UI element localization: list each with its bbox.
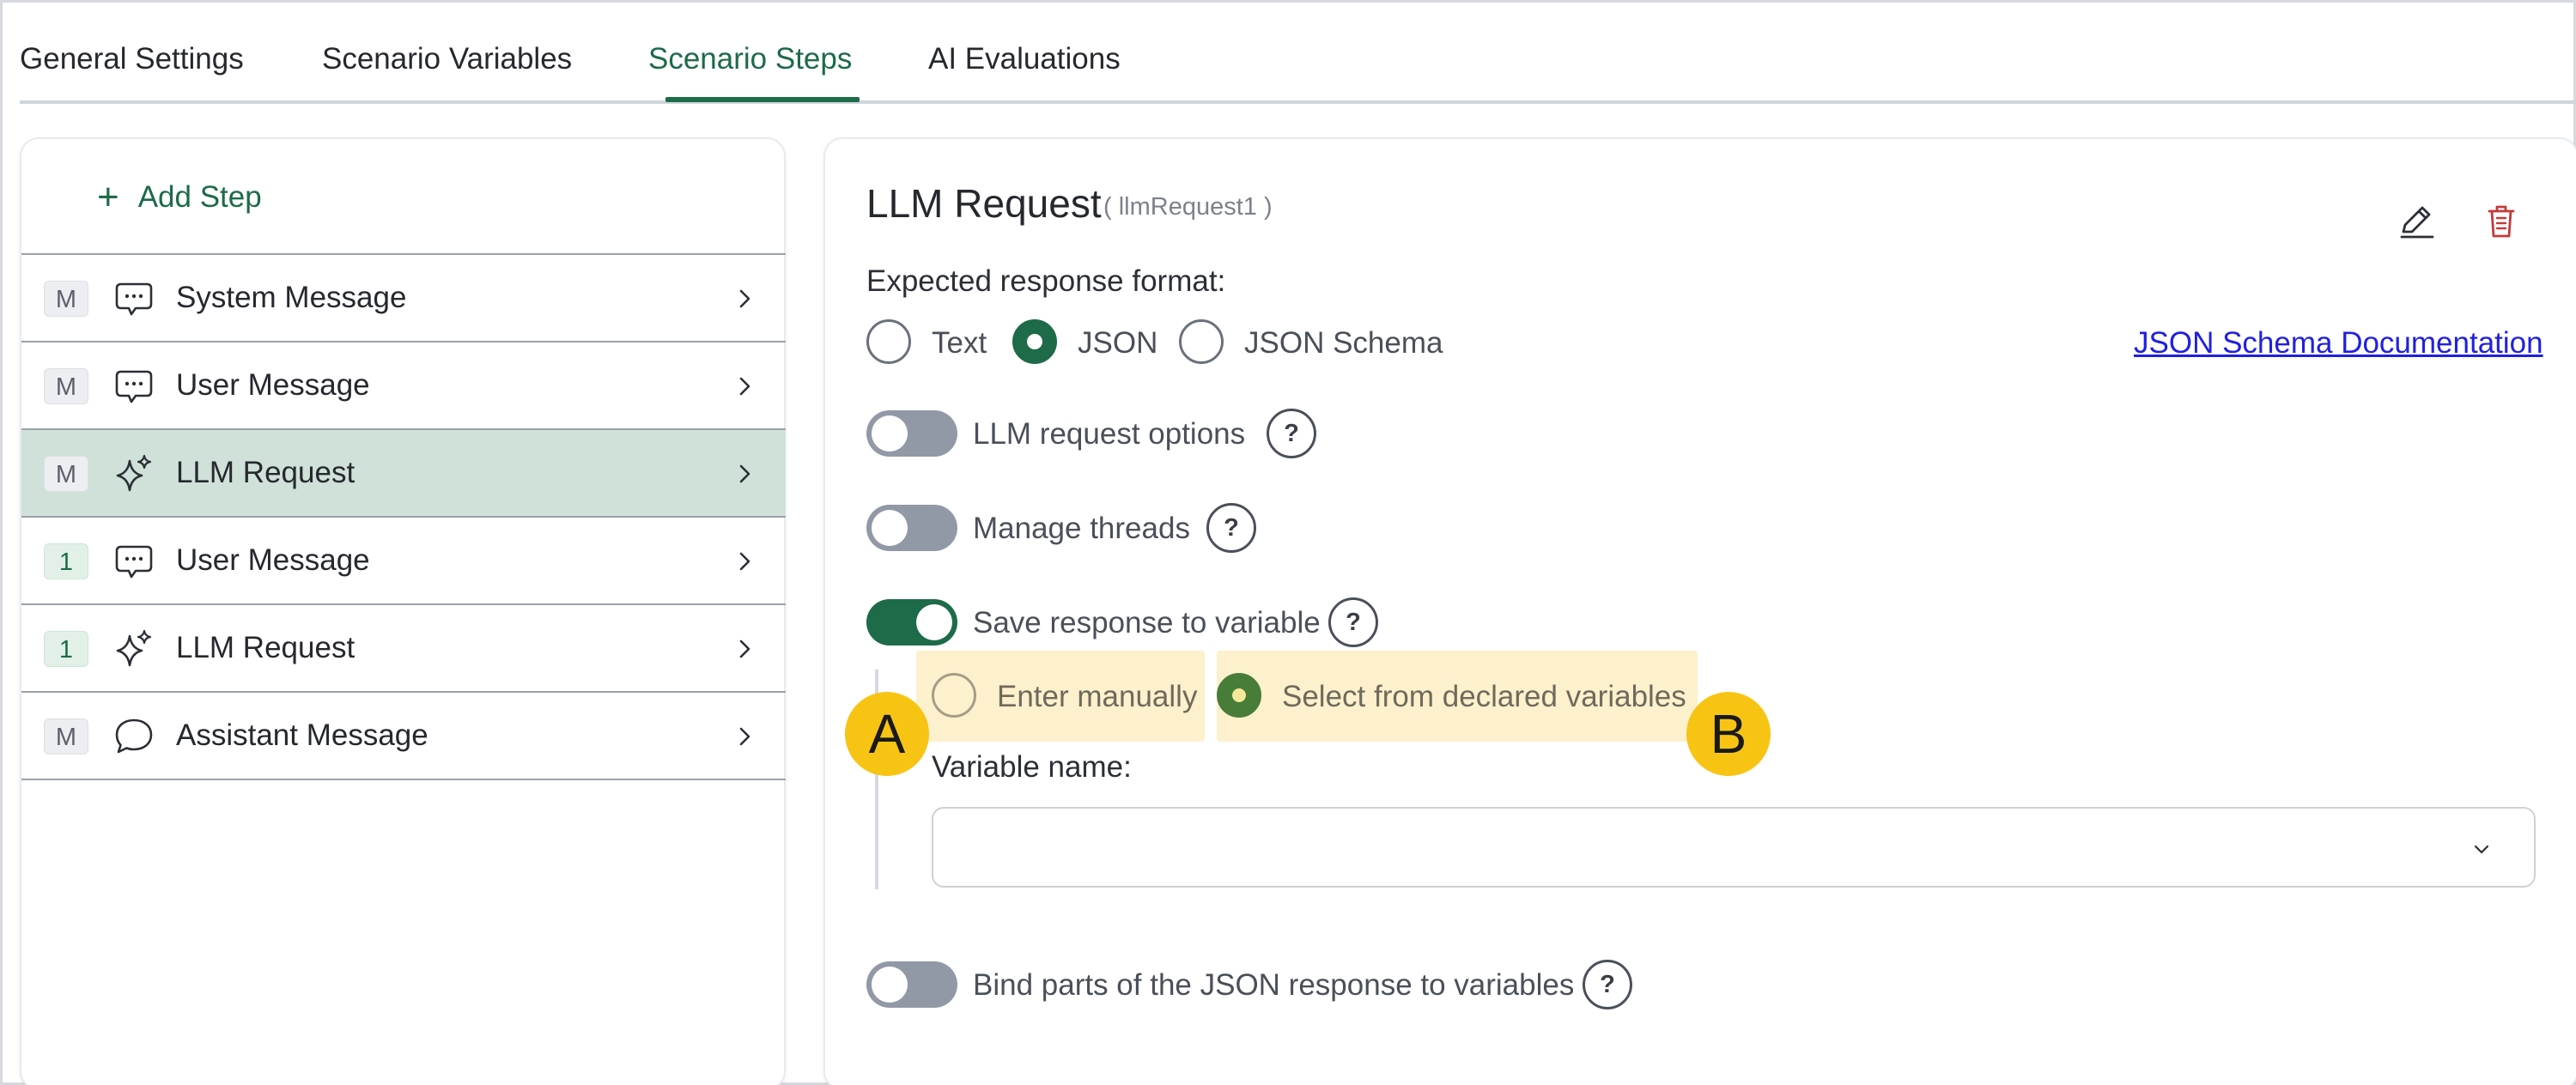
chevron-right-icon [739,727,750,746]
add-step-label: Add Step [137,180,262,214]
format-text-radio[interactable] [866,319,911,364]
callout-b: B [1686,692,1771,776]
select-declared-radio[interactable] [1217,673,1261,718]
step-label: User Message [176,368,370,402]
save-response-toggle[interactable] [866,599,957,646]
bind-parts-toggle[interactable] [866,961,957,1008]
step-label: LLM Request [176,631,355,664]
panel-title: LLM Request [866,181,1102,226]
add-step-button[interactable]: + Add Step [97,177,262,218]
step-detail-panel: LLM Request ( llmRequest1 ) Expected res… [823,137,2576,1085]
chevron-right-icon [739,639,750,658]
save-response-label: Save response to variable [973,606,1321,639]
format-json-schema-label: JSON Schema [1244,326,1443,360]
json-schema-doc-link[interactable]: JSON Schema Documentation [2134,326,2543,361]
sparkle-icon [116,629,152,667]
step-badge: M [44,456,88,492]
sparkle-icon [116,454,152,492]
step-badge: 1 [44,543,88,579]
step-badge: M [44,368,88,404]
tab-scenario-variables[interactable]: Scenario Variables [322,42,572,76]
manage-threads-label: Manage threads [973,512,1190,545]
chat-bubble-icon [115,370,153,403]
enter-manually-radio[interactable] [932,673,976,718]
help-icon[interactable]: ? [1206,503,1256,553]
step-llm-request[interactable]: 1 LLM Request [21,605,786,693]
help-icon[interactable]: ? [1267,409,1316,458]
steps-panel: + Add Step M System Message M User Messa… [20,137,786,1085]
chevron-right-icon [739,552,750,571]
step-assistant-message[interactable]: M Assistant Message [21,693,786,780]
format-json-label: JSON [1078,326,1158,360]
chevron-down-icon [2474,845,2489,854]
llm-options-toggle[interactable] [866,410,957,457]
variable-name-select[interactable] [932,807,2536,888]
response-format-label: Expected response format: [866,264,1226,298]
chevron-right-icon [739,464,750,483]
step-system-message[interactable]: M System Message [21,255,786,342]
step-llm-request-selected[interactable]: M LLM Request [21,430,786,518]
plus-icon: + [97,176,119,218]
tab-general-settings[interactable]: General Settings [20,42,244,76]
variable-name-label: Variable name: [932,750,1132,784]
tab-bar: General Settings Scenario Variables Scen… [20,3,2576,104]
step-user-message[interactable]: M User Message [21,342,786,430]
step-label: LLM Request [176,456,355,489]
step-label: System Message [176,281,407,314]
step-user-message[interactable]: 1 User Message [21,518,786,605]
chevron-right-icon [739,289,750,308]
step-badge: M [44,718,88,755]
edit-pencil-icon[interactable] [2393,197,2441,245]
select-declared-label: Select from declared variables [1282,680,1686,713]
tab-ai-evaluations[interactable]: AI Evaluations [928,42,1121,76]
tab-scenario-steps[interactable]: Scenario Steps [648,42,852,76]
manage-threads-toggle[interactable] [866,505,957,551]
step-badge: M [44,281,88,317]
step-label: User Message [176,543,370,577]
delete-trash-icon[interactable] [2477,197,2525,245]
chat-bubble-icon [115,282,153,316]
chat-bubble-icon [115,545,153,579]
callout-a: A [845,692,929,776]
llm-options-label: LLM request options [973,417,1246,451]
format-text-label: Text [932,326,987,360]
help-icon[interactable]: ? [1583,960,1632,1009]
speech-bubble-icon [115,718,153,754]
enter-manually-label: Enter manually [997,680,1198,713]
bind-parts-label: Bind parts of the JSON response to varia… [973,968,1575,1002]
active-tab-indicator [665,97,860,102]
step-label: Assistant Message [176,718,428,752]
format-json-schema-radio[interactable] [1179,319,1224,364]
step-identifier: ( llmRequest1 ) [1103,193,1273,221]
format-json-radio[interactable] [1012,319,1057,364]
chevron-right-icon [739,377,750,396]
help-icon[interactable]: ? [1328,597,1378,647]
step-badge: 1 [44,631,88,667]
steps-list: M System Message M User Message M LLM Re… [21,253,786,780]
